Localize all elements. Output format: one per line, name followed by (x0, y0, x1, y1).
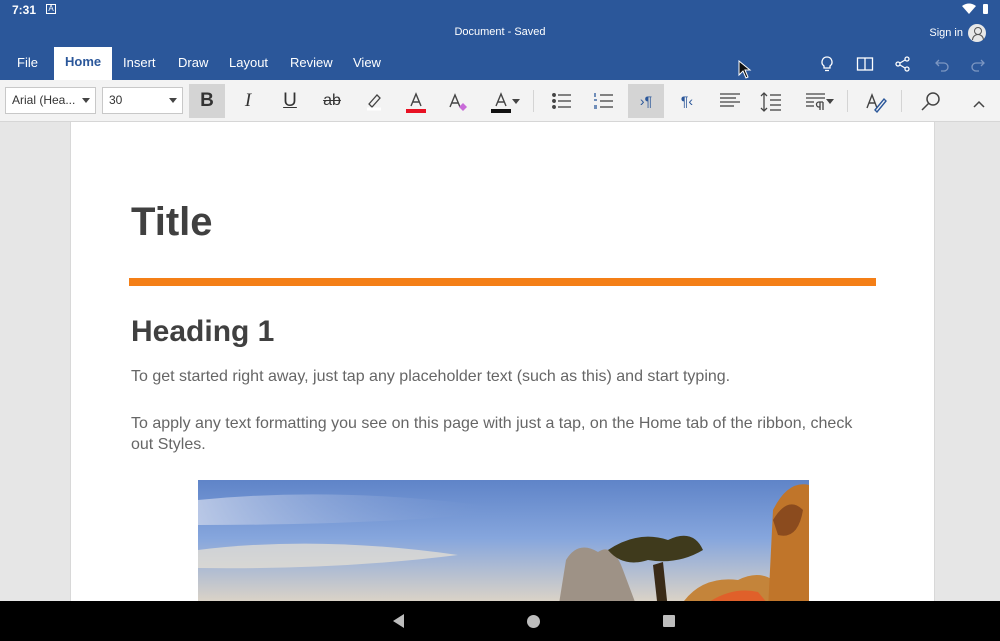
divider (901, 90, 902, 112)
tab-layout[interactable]: Layout (218, 48, 279, 80)
lightbulb-icon[interactable] (818, 55, 836, 73)
redo-icon[interactable] (970, 55, 988, 73)
line-spacing-button[interactable] (752, 84, 788, 118)
notification-icon: A (46, 4, 56, 14)
bullet-list-icon (552, 93, 571, 109)
find-button[interactable] (912, 84, 948, 118)
reading-view-icon[interactable] (856, 55, 874, 73)
ribbon-toolbar: Arial (Hea... 30 B I U ab ›¶ ¶‹ (0, 80, 1000, 122)
divider (533, 90, 534, 112)
font-name-select[interactable]: Arial (Hea... (5, 87, 96, 114)
status-bar: 7:31 A (0, 0, 1000, 20)
tab-review[interactable]: Review (279, 48, 344, 80)
collapse-ribbon-button[interactable] (962, 84, 996, 118)
document-title: Document - Saved (454, 26, 546, 38)
styles-icon (866, 93, 887, 113)
align-left-button[interactable] (711, 84, 747, 118)
rtl-button[interactable]: ¶‹ (669, 84, 705, 118)
bold-button[interactable]: B (189, 84, 225, 118)
font-color-button[interactable] (397, 84, 433, 118)
document-title-text[interactable]: Title (131, 200, 213, 245)
eraser-format-icon (449, 93, 467, 111)
highlight-button[interactable] (356, 84, 392, 118)
ribbon-tabs: File Home Insert Draw Layout Review View (0, 47, 1000, 80)
chevron-down-icon (512, 99, 520, 104)
line-spacing-icon (760, 92, 781, 112)
highlighter-icon (367, 94, 381, 111)
chevron-down-icon (82, 98, 90, 103)
chevron-up-icon (973, 100, 985, 108)
ltr-button[interactable]: ›¶ (628, 84, 664, 118)
text-color-dropdown[interactable] (483, 84, 523, 118)
italic-button[interactable]: I (230, 84, 266, 118)
avatar-icon (968, 24, 986, 42)
styles-button[interactable] (857, 84, 893, 118)
mouse-cursor-icon (738, 60, 752, 79)
paragraph-2[interactable]: To apply any text formatting you see on … (131, 413, 861, 455)
tab-file[interactable]: File (6, 48, 49, 80)
document-photo[interactable] (198, 480, 809, 601)
system-nav-bar (0, 601, 1000, 641)
undo-icon[interactable] (932, 55, 950, 73)
wifi-icon (962, 3, 976, 14)
numbering-button[interactable] (585, 84, 621, 118)
font-size-value: 30 (109, 93, 123, 107)
tab-home[interactable]: Home (54, 47, 113, 80)
chevron-down-icon (826, 99, 834, 104)
chevron-down-icon (169, 98, 177, 103)
search-icon (921, 92, 940, 111)
clear-formatting-button[interactable] (439, 84, 475, 118)
back-icon[interactable] (393, 614, 404, 628)
font-name-value: Arial (Hea... (12, 93, 76, 107)
landscape-image (198, 480, 809, 601)
divider (847, 90, 848, 112)
paragraph-options-dropdown[interactable] (797, 84, 839, 118)
underline-button[interactable]: U (272, 84, 308, 118)
numbered-list-icon (594, 93, 613, 109)
battery-icon (983, 4, 988, 14)
text-color-icon (491, 92, 511, 113)
heading-1-text[interactable]: Heading 1 (131, 315, 274, 349)
sign-in-button[interactable]: Sign in (929, 24, 986, 42)
align-left-icon (720, 93, 740, 107)
recents-icon[interactable] (663, 615, 675, 627)
paragraph-format-icon (806, 93, 825, 110)
font-size-select[interactable]: 30 (102, 87, 183, 114)
bullets-button[interactable] (543, 84, 579, 118)
title-bar: Document - Saved Sign in (0, 20, 1000, 48)
document-page[interactable]: Title Heading 1 To get started right awa… (70, 122, 935, 601)
home-icon[interactable] (527, 615, 540, 628)
paragraph-1[interactable]: To get started right away, just tap any … (131, 366, 861, 387)
tab-view[interactable]: View (342, 48, 392, 80)
share-icon[interactable] (894, 55, 912, 73)
clock: 7:31 (12, 3, 37, 17)
title-underline-rule (129, 278, 876, 286)
tab-draw[interactable]: Draw (167, 48, 219, 80)
sign-in-label: Sign in (929, 27, 963, 39)
tab-insert[interactable]: Insert (112, 48, 167, 80)
strikethrough-button[interactable]: ab (314, 84, 350, 118)
document-canvas[interactable]: Title Heading 1 To get started right awa… (0, 122, 1000, 601)
font-color-icon (406, 92, 426, 113)
